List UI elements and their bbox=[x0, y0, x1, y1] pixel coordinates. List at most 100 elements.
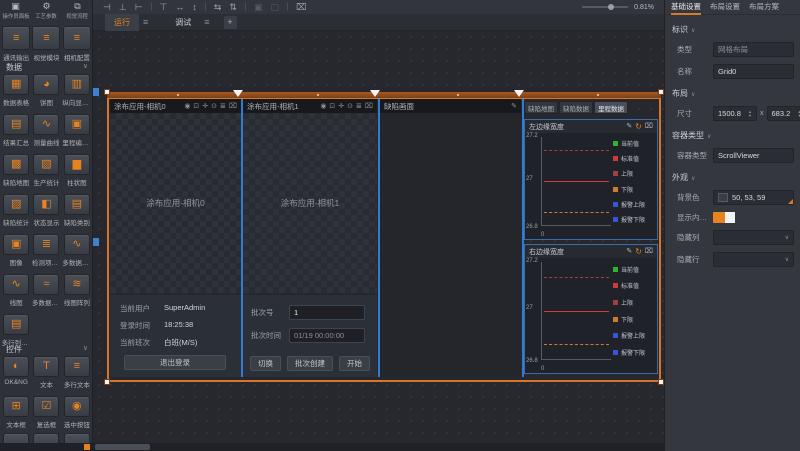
column-marker-icon[interactable] bbox=[514, 90, 524, 97]
section-identity[interactable]: 标识∨ bbox=[672, 24, 800, 35]
section-header-data[interactable]: 数据 ∨ bbox=[6, 62, 88, 73]
list-icon[interactable]: ≣ bbox=[220, 103, 226, 110]
eye-icon[interactable]: ◉ bbox=[184, 103, 190, 110]
type-field[interactable]: 网格布局 bbox=[713, 42, 794, 57]
defect-panel-body[interactable] bbox=[380, 113, 521, 377]
textbox-icon[interactable]: ⊞ bbox=[3, 396, 29, 417]
chart-right-edge-width[interactable]: 右边缘宽度 ✎ ↻ ⌧ 27.2 27 26.8 0 当前值 标准值 bbox=[524, 244, 658, 374]
align-top-icon[interactable]: ⊤ bbox=[160, 0, 168, 14]
section-appearance[interactable]: 外观∨ bbox=[672, 172, 800, 183]
edit-icon[interactable]: ✎ bbox=[511, 103, 517, 110]
pie-chart-icon[interactable]: ◕ bbox=[33, 74, 59, 95]
palette-item[interactable]: T 文本 bbox=[31, 356, 61, 396]
sidebar-group[interactable]: ⧉ 视觉流程 bbox=[63, 1, 93, 20]
resize-handle[interactable] bbox=[104, 89, 110, 95]
palette-item[interactable]: ◕ 饼图 bbox=[31, 74, 61, 114]
distribute-horizontal-icon[interactable]: ⇆ bbox=[214, 0, 222, 14]
chevron-down-icon[interactable]: ∨ bbox=[83, 62, 88, 73]
palette-item[interactable]: ▣ 图像 bbox=[1, 234, 31, 274]
properties-tab[interactable]: 布局设置 bbox=[710, 0, 740, 15]
palette-item[interactable]: ◧ 状态显示 bbox=[31, 194, 61, 234]
multi-data-line-icon[interactable]: ≈ bbox=[33, 274, 59, 295]
palette-item[interactable]: ≈ 多数据线… bbox=[31, 274, 61, 314]
zoom-slider[interactable] bbox=[582, 6, 628, 8]
zoom-slider-knob[interactable] bbox=[608, 4, 614, 10]
sidebar-group[interactable]: ▣ 操作员面板 bbox=[1, 1, 31, 20]
one-to-one-icon[interactable]: ⊡ bbox=[329, 103, 335, 110]
palette-item[interactable]: ▣ 里程编码器 bbox=[62, 114, 92, 154]
palette-item[interactable]: ▤ 缺陷类别 bbox=[62, 194, 92, 234]
chart-left-edge-width[interactable]: 左边缘宽度 ✎ ↻ ⌧ 27.2 27 26.8 0 当前值 标准值 bbox=[524, 119, 658, 240]
camera1-panel-header[interactable]: 涂布应用-相机1 ◉⊡✛⊙≣⌧ bbox=[243, 99, 377, 113]
palette-item[interactable]: ≡ 相机配置 bbox=[62, 26, 92, 66]
palette-item[interactable]: ∿ 线图 bbox=[1, 274, 31, 314]
data-tab[interactable]: 缺陷数据 bbox=[559, 101, 593, 114]
edit-icon[interactable]: ✎ bbox=[626, 123, 632, 130]
checkbox-icon[interactable]: ☑ bbox=[33, 396, 59, 417]
measure-curve-icon[interactable]: ∿ bbox=[33, 114, 59, 135]
palette-item[interactable]: ≋ 线图阵列 bbox=[62, 274, 92, 314]
data-tab[interactable]: 缺陷地图 bbox=[524, 101, 558, 114]
status-display-icon[interactable]: ◧ bbox=[33, 194, 59, 215]
delete-icon[interactable]: ⌧ bbox=[296, 0, 306, 14]
comm-output-icon[interactable]: ≡ bbox=[2, 26, 30, 50]
vertical-display-icon[interactable]: ▥ bbox=[64, 74, 90, 95]
palette-item[interactable]: ⊞ 文本框 bbox=[1, 396, 31, 436]
logout-button[interactable]: 退出登录 bbox=[124, 355, 226, 370]
scrollbar-thumb[interactable] bbox=[95, 444, 150, 450]
tab-menu-icon[interactable]: ≡ bbox=[204, 17, 209, 27]
batch-action-button[interactable]: 开始 bbox=[339, 356, 370, 371]
multi-row-defect-icon[interactable]: ▤ bbox=[3, 314, 29, 335]
add-tab-button[interactable]: + bbox=[224, 16, 237, 29]
stepper-icon[interactable]: ▲▼ bbox=[748, 110, 752, 117]
design-canvas[interactable]: 涂布应用-相机0 ◉⊡✛⊙≣⌧ 涂布应用-相机0 当前用户 SuperAdmin… bbox=[93, 31, 664, 443]
camera-icon[interactable]: ✛ bbox=[202, 103, 208, 110]
ungroup-icon[interactable]: ▢ bbox=[270, 0, 279, 14]
palette-item[interactable]: ≡ 多行文本 bbox=[62, 356, 92, 396]
okng-icon[interactable]: ◐ bbox=[3, 356, 29, 377]
color-swatch[interactable] bbox=[718, 193, 728, 202]
delete-icon[interactable]: ⌧ bbox=[229, 103, 237, 110]
batch-action-button[interactable]: 批次创建 bbox=[287, 356, 333, 371]
tab-debug[interactable]: 调试 bbox=[166, 14, 200, 31]
width-field[interactable]: 1500.8 ▲▼ bbox=[713, 106, 757, 121]
camera0-panel-body[interactable]: 涂布应用-相机0 bbox=[110, 113, 241, 293]
group-icon[interactable]: ▣ bbox=[254, 0, 263, 14]
properties-tab[interactable]: 基础设置 bbox=[671, 0, 701, 15]
eye-icon[interactable]: ◉ bbox=[320, 103, 326, 110]
section-layout[interactable]: 布局∨ bbox=[672, 88, 800, 99]
distribute-vertical-icon[interactable]: ⇅ bbox=[229, 0, 237, 14]
delete-icon[interactable]: ⌧ bbox=[365, 103, 373, 110]
batch-no-input[interactable]: 1 bbox=[289, 305, 365, 320]
palette-item[interactable]: ∿ 多数据折… bbox=[62, 234, 92, 274]
palette-item[interactable]: ▩ 缺陷地图 bbox=[1, 154, 31, 194]
column-marker-icon[interactable] bbox=[233, 90, 243, 97]
delete-icon[interactable]: ⌧ bbox=[645, 123, 653, 130]
edge-handle[interactable] bbox=[93, 88, 99, 96]
defect-map-icon[interactable]: ▩ bbox=[3, 154, 29, 175]
chevron-down-icon[interactable]: ∨ bbox=[83, 344, 88, 355]
camera-config-icon[interactable]: ≡ bbox=[63, 26, 91, 50]
production-stats-icon[interactable]: ▧ bbox=[33, 154, 59, 175]
palette-item[interactable]: ≡ 视觉模块 bbox=[31, 26, 61, 66]
radio-button-icon[interactable]: ◉ bbox=[64, 396, 90, 417]
result-summary-icon[interactable]: ▤ bbox=[3, 114, 29, 135]
defect-class-icon[interactable]: ▤ bbox=[64, 194, 90, 215]
tab-run[interactable]: 运行 bbox=[105, 14, 139, 31]
data-table-icon[interactable]: ▦ bbox=[3, 74, 29, 95]
palette-item[interactable]: ▦ 数据表格 bbox=[1, 74, 31, 114]
refresh-icon[interactable]: ↻ bbox=[635, 123, 642, 131]
camera0-panel-header[interactable]: 涂布应用-相机0 ◉⊡✛⊙≣⌧ bbox=[110, 99, 241, 113]
vision-module-icon[interactable]: ≡ bbox=[32, 26, 60, 50]
palette-item[interactable]: ▧ 生产统计 bbox=[31, 154, 61, 194]
grid0-selection-bar[interactable] bbox=[107, 92, 661, 99]
center-horizontal-icon[interactable]: ↔ bbox=[175, 0, 184, 14]
name-field[interactable]: Grid0 bbox=[713, 64, 794, 79]
delete-icon[interactable]: ⌧ bbox=[645, 248, 653, 255]
center-vertical-icon[interactable]: ↕ bbox=[192, 0, 197, 14]
text-icon[interactable]: T bbox=[33, 356, 59, 377]
camera-icon[interactable]: ✛ bbox=[338, 103, 344, 110]
palette-item[interactable]: ≡ 通讯输出 bbox=[1, 26, 31, 66]
picker-grip-icon[interactable] bbox=[788, 199, 793, 204]
one-to-one-icon[interactable]: ⊡ bbox=[193, 103, 199, 110]
